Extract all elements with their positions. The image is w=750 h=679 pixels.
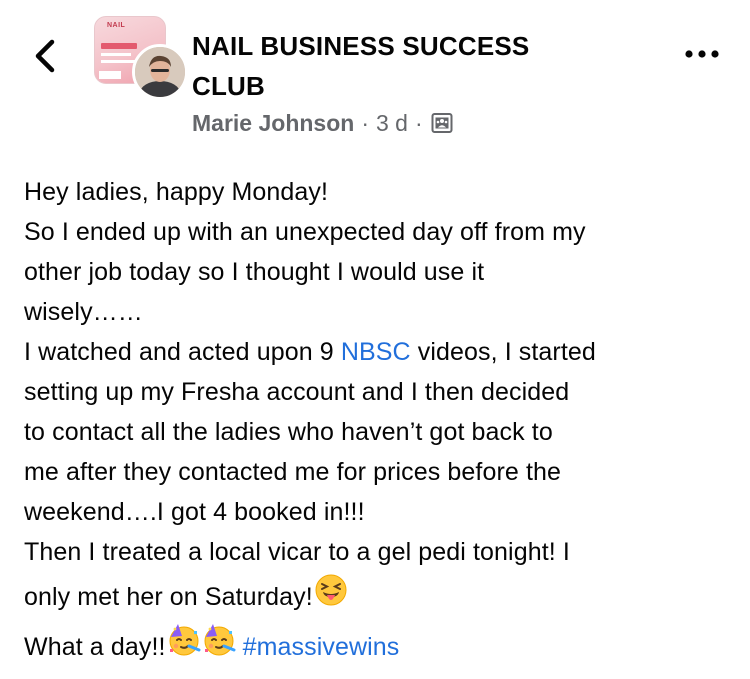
post-text-fragment: I watched and acted upon 9 bbox=[24, 338, 341, 366]
post-line: What a day!! #massivewins bbox=[24, 622, 734, 672]
post-line: So I ended up with an unexpected day off… bbox=[24, 218, 586, 246]
hashtag-link[interactable]: #massivewins bbox=[243, 633, 400, 661]
back-button[interactable] bbox=[28, 34, 64, 78]
post-line: weekend….I got 4 booked in!!! bbox=[24, 498, 365, 526]
post-time[interactable]: 3 d bbox=[376, 110, 408, 137]
meta-separator-2: · bbox=[414, 109, 423, 136]
post-line: me after they contacted me for prices be… bbox=[24, 458, 562, 486]
post-text-fragment: only met her on Saturday! bbox=[24, 583, 313, 611]
group-name[interactable]: NAIL BUSINESS SUCCESS CLUB bbox=[192, 26, 612, 106]
chevron-left-icon bbox=[35, 39, 55, 73]
post-line: wisely…… bbox=[24, 298, 143, 326]
partying-face-emoji bbox=[202, 623, 236, 674]
group-name-line-2: CLUB bbox=[192, 71, 266, 101]
post-line: I watched and acted upon 9 NBSC videos, … bbox=[24, 332, 734, 372]
squinting-tongue-face-emoji bbox=[314, 573, 348, 624]
post-text-fragment: videos, I started bbox=[410, 338, 596, 366]
group-name-line-1: NAIL BUSINESS SUCCESS bbox=[192, 31, 530, 61]
author-name[interactable]: Marie Johnson bbox=[192, 110, 354, 137]
more-options-button[interactable] bbox=[682, 42, 722, 66]
more-horizontal-icon bbox=[685, 50, 719, 58]
nbsc-link[interactable]: NBSC bbox=[341, 338, 411, 366]
post-line: to contact all the ladies who haven’t go… bbox=[24, 418, 553, 446]
post-line: setting up my Fresha account and I then … bbox=[24, 378, 570, 406]
post-meta: Marie Johnson · 3 d · bbox=[192, 108, 454, 138]
post-text: Hey ladies, happy Monday! So I ended up … bbox=[24, 172, 734, 672]
partying-face-emoji bbox=[167, 623, 201, 674]
author-avatar[interactable] bbox=[132, 44, 188, 100]
post-line: only met her on Saturday! bbox=[24, 572, 734, 622]
post-line: Then I treated a local vicar to a gel pe… bbox=[24, 538, 570, 566]
post-line: Hey ladies, happy Monday! bbox=[24, 178, 329, 206]
group-members-icon bbox=[430, 111, 454, 135]
post-line: other job today so I thought I would use… bbox=[24, 258, 485, 286]
post-text-fragment: What a day!! bbox=[24, 633, 166, 661]
meta-separator: · bbox=[361, 109, 369, 136]
group-avatar[interactable]: NAIL bbox=[94, 16, 188, 100]
group-thumb-text: NAIL bbox=[107, 22, 126, 29]
post-header: NAIL NAIL BUSINESS SUCCESS CLUB Marie Jo… bbox=[0, 0, 750, 160]
